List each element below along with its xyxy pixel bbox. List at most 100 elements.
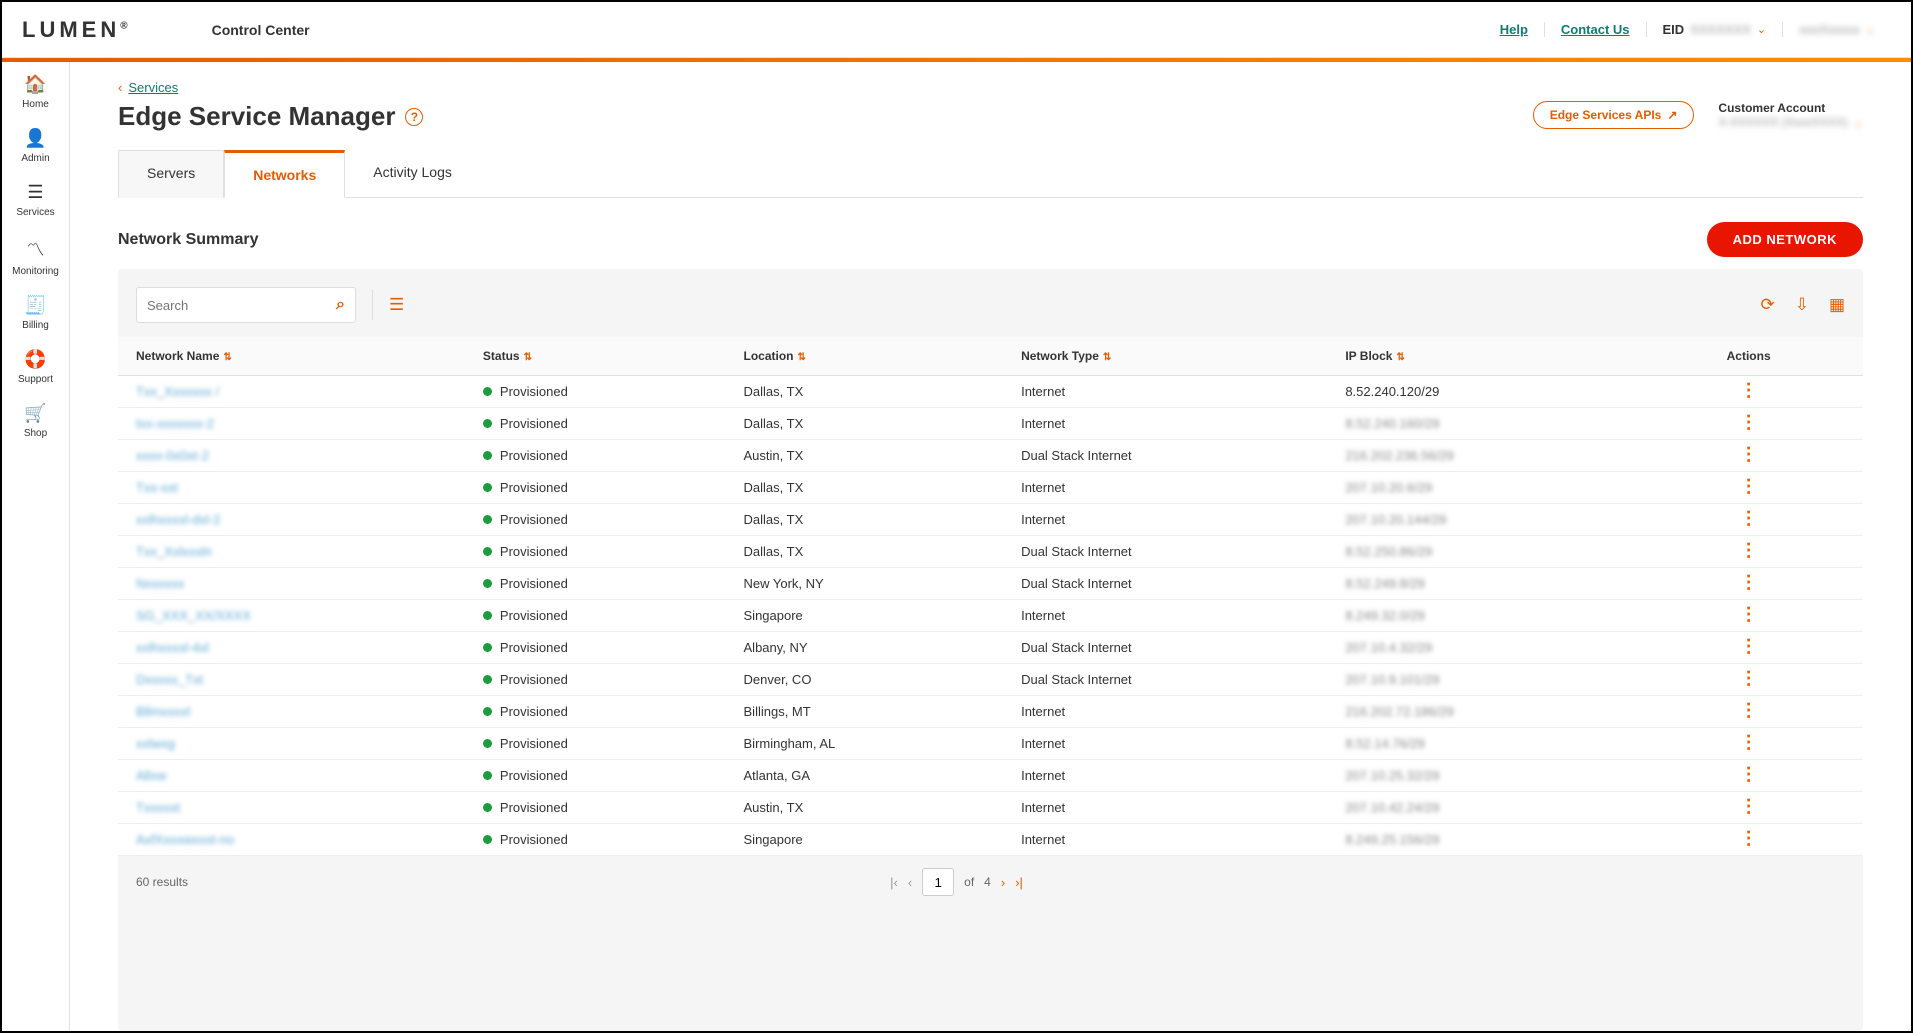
last-page-button[interactable]: ›| — [1015, 875, 1023, 890]
network-name-link[interactable]: xxxx-0x0xt-2 — [136, 448, 209, 463]
network-name-link[interactable]: xxlwxg — [136, 736, 175, 751]
network-name-link[interactable]: SG_XXX_XX/XXXX — [136, 608, 251, 623]
table-row[interactable]: Txxxxxt Provisioned Austin, TX Internet … — [118, 792, 1863, 824]
network-name-link[interactable]: Txxxxxt — [136, 800, 180, 815]
edge-apis-button[interactable]: Edge Services APIs ↗ — [1533, 101, 1695, 129]
location-cell: Dallas, TX — [734, 408, 1012, 440]
table-row[interactable]: Txx_Xxlxxxln Provisioned Dallas, TX Dual… — [118, 536, 1863, 568]
row-actions-menu[interactable]: ⋮ — [1740, 513, 1758, 524]
row-actions-menu[interactable]: ⋮ — [1740, 545, 1758, 556]
status-cell: Provisioned — [483, 480, 724, 495]
location-cell: Albany, NY — [734, 632, 1012, 664]
table-row[interactable]: xxxx-0x0xt-2 Provisioned Austin, TX Dual… — [118, 440, 1863, 472]
table-row[interactable]: Bllmxxxxl Provisioned Billings, MT Inter… — [118, 696, 1863, 728]
sidebar-item-admin[interactable]: 👤Admin — [21, 128, 49, 164]
network-name-link[interactable]: txx-xxxxxxx-2 — [136, 416, 214, 431]
tab-servers[interactable]: Servers — [118, 150, 224, 198]
next-page-button[interactable]: › — [1001, 875, 1005, 890]
sidebar-item-shop[interactable]: 🛒Shop — [24, 403, 47, 439]
first-page-button[interactable]: |‹ — [890, 875, 898, 890]
eid-dropdown[interactable]: EID XXXXXXX ⌄ — [1647, 22, 1784, 37]
download-icon[interactable]: ⇩ — [1795, 295, 1809, 315]
network-name-link[interactable]: Allxw — [136, 768, 166, 783]
row-actions-menu[interactable]: ⋮ — [1740, 385, 1758, 396]
row-actions-menu[interactable]: ⋮ — [1740, 705, 1758, 716]
row-actions-menu[interactable]: ⋮ — [1740, 673, 1758, 684]
tabs: ServersNetworksActivity Logs — [118, 150, 1863, 198]
row-actions-menu[interactable]: ⋮ — [1740, 737, 1758, 748]
sidebar-item-services[interactable]: ☰Services — [16, 182, 54, 218]
help-link[interactable]: Help — [1484, 22, 1545, 37]
contact-link[interactable]: Contact Us — [1545, 22, 1647, 37]
table-row[interactable]: Dxxxxx_Txt Provisioned Denver, CO Dual S… — [118, 664, 1863, 696]
chevron-down-icon: ⌄ — [1757, 23, 1766, 36]
tab-activity-logs[interactable]: Activity Logs — [345, 150, 480, 198]
prev-page-button[interactable]: ‹ — [908, 875, 912, 890]
row-actions-menu[interactable]: ⋮ — [1740, 769, 1758, 780]
status-dot-icon — [483, 547, 492, 556]
table-row[interactable]: xxlhxxxxl-4xl Provisioned Albany, NY Dua… — [118, 632, 1863, 664]
sidebar-item-billing[interactable]: 🧾Billing — [22, 295, 49, 331]
network-name-link[interactable]: Nxxxxxx — [136, 576, 184, 591]
row-actions-menu[interactable]: ⋮ — [1740, 641, 1758, 652]
row-actions-menu[interactable]: ⋮ — [1740, 417, 1758, 428]
location-cell: Denver, CO — [734, 664, 1012, 696]
row-actions-menu[interactable]: ⋮ — [1740, 833, 1758, 844]
network-name-link[interactable]: Bllmxxxxl — [136, 704, 190, 719]
user-dropdown[interactable]: xxxXxxxxx ⌄ — [1783, 22, 1891, 37]
table-row[interactable]: Txx_Xxxxxxx / Provisioned Dallas, TX Int… — [118, 376, 1863, 408]
sidebar-item-home[interactable]: 🏠Home — [22, 74, 49, 110]
network-type-cell: Internet — [1011, 760, 1335, 792]
back-chevron-icon[interactable]: ‹ — [118, 80, 122, 95]
network-type-cell: Internet — [1011, 728, 1335, 760]
col-network-type[interactable]: Network Type⇅ — [1011, 337, 1335, 376]
tab-networks[interactable]: Networks — [224, 150, 345, 198]
table-row[interactable]: txx-xxxxxxx-2 Provisioned Dallas, TX Int… — [118, 408, 1863, 440]
row-actions-menu[interactable]: ⋮ — [1740, 481, 1758, 492]
network-name-link[interactable]: Txx_Xxlxxxln — [136, 544, 212, 559]
network-name-link[interactable]: AxfXxxxwxxxt-no — [136, 832, 234, 847]
customer-account-dropdown[interactable]: Customer Account X-XXXXXX (XxxxXXXX)⌄ — [1718, 101, 1863, 129]
network-name-link[interactable]: Txx-xxt — [136, 480, 178, 495]
table-row[interactable]: Txx-xxt Provisioned Dallas, TX Internet … — [118, 472, 1863, 504]
row-actions-menu[interactable]: ⋮ — [1740, 449, 1758, 460]
row-actions-menu[interactable]: ⋮ — [1740, 801, 1758, 812]
status-cell: Provisioned — [483, 640, 724, 655]
col-ip-block[interactable]: IP Block⇅ — [1335, 337, 1654, 376]
ip-block-cell: 207.10.9.101/29 — [1335, 664, 1654, 696]
network-type-cell: Internet — [1011, 408, 1335, 440]
table-row[interactable]: Nxxxxxx Provisioned New York, NY Dual St… — [118, 568, 1863, 600]
row-actions-menu[interactable]: ⋮ — [1740, 609, 1758, 620]
add-network-button[interactable]: ADD NETWORK — [1707, 222, 1863, 257]
refresh-icon[interactable]: ⟳ — [1760, 295, 1774, 315]
network-name-link[interactable]: Dxxxxx_Txt — [136, 672, 203, 687]
col-network-name[interactable]: Network Name⇅ — [118, 337, 473, 376]
table-row[interactable]: Allxw Provisioned Atlanta, GA Internet 2… — [118, 760, 1863, 792]
ip-block-cell: 8.52.14.76/29 — [1335, 728, 1654, 760]
table-row[interactable]: xxlwxg Provisioned Birmingham, AL Intern… — [118, 728, 1863, 760]
col-status[interactable]: Status⇅ — [473, 337, 734, 376]
ip-block-cell: 8.52.240.120/29 — [1335, 376, 1654, 408]
network-type-cell: Internet — [1011, 472, 1335, 504]
search-icon[interactable]: ⌕ — [336, 296, 345, 314]
col-location[interactable]: Location⇅ — [734, 337, 1012, 376]
sidebar: 🏠Home 👤Admin ☰Services 〽Monitoring 🧾Billing 🛟… — [2, 62, 70, 1031]
table-row[interactable]: SG_XXX_XX/XXXX Provisioned Singapore Int… — [118, 600, 1863, 632]
sidebar-item-support[interactable]: 🛟Support — [18, 349, 53, 385]
table-row[interactable]: AxfXxxxwxxxt-no Provisioned Singapore In… — [118, 824, 1863, 856]
filter-icon[interactable]: ☰ — [389, 295, 404, 315]
page-input[interactable] — [922, 868, 954, 896]
status-dot-icon — [483, 611, 492, 620]
network-name-link[interactable]: Txx_Xxxxxxx / — [136, 384, 219, 399]
sidebar-item-monitoring[interactable]: 〽Monitoring — [12, 236, 59, 277]
network-name-link[interactable]: xxlhxxxxl-4xl — [136, 640, 209, 655]
network-name-link[interactable]: xxlhxxxxl-dxl-2 — [136, 512, 221, 527]
help-icon[interactable]: ? — [405, 108, 423, 126]
row-actions-menu[interactable]: ⋮ — [1740, 577, 1758, 588]
sort-icon: ⇅ — [223, 352, 231, 363]
table-row[interactable]: xxlhxxxxl-dxl-2 Provisioned Dallas, TX I… — [118, 504, 1863, 536]
search-input[interactable] — [147, 298, 336, 313]
columns-icon[interactable]: ▦ — [1829, 295, 1845, 315]
status-cell: Provisioned — [483, 672, 724, 687]
breadcrumb-services-link[interactable]: Services — [128, 80, 178, 95]
